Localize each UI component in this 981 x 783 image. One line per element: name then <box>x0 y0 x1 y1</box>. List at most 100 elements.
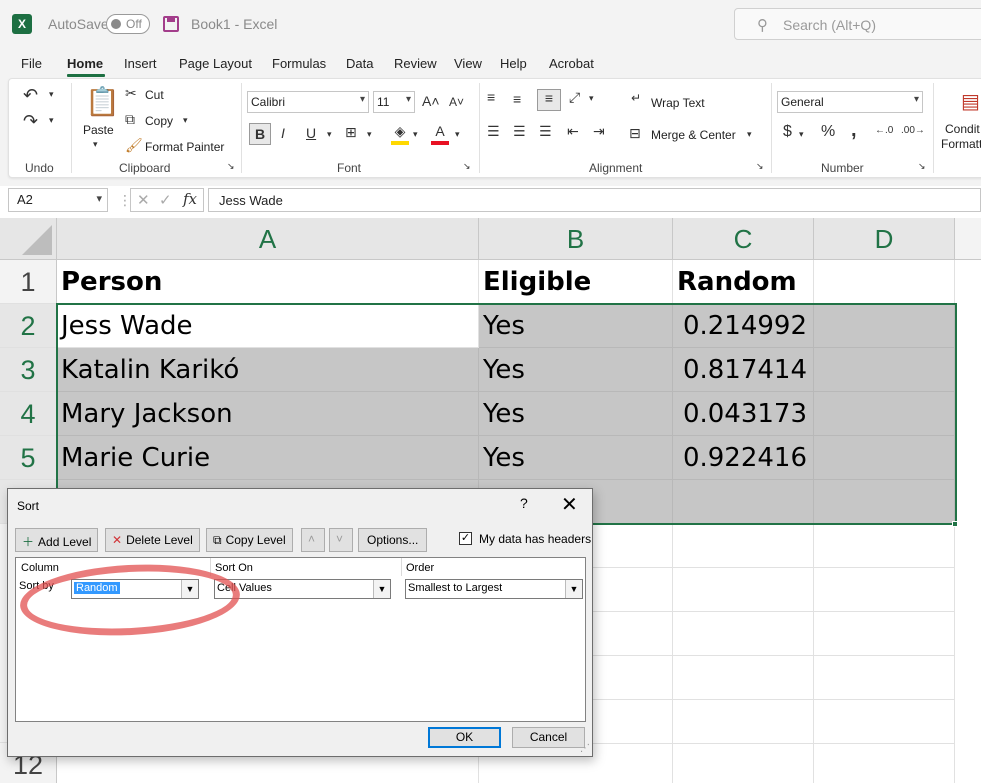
italic-button[interactable]: I <box>281 125 285 141</box>
currency-button[interactable]: $ <box>783 123 792 141</box>
cell-d1[interactable] <box>814 260 955 304</box>
tab-view[interactable]: View <box>454 56 482 71</box>
copy-level-button[interactable]: ⧉ Copy Level <box>206 528 293 552</box>
font-size-select[interactable]: 11 ▾ <box>373 91 415 113</box>
cell-d12[interactable] <box>814 743 955 783</box>
tab-help[interactable]: Help <box>500 56 527 71</box>
tab-file[interactable]: File <box>21 56 42 71</box>
cell-b1[interactable]: Eligible <box>479 260 673 304</box>
paste-button[interactable]: Paste <box>83 123 114 137</box>
comma-button[interactable]: , <box>851 119 857 142</box>
tab-formulas[interactable]: Formulas <box>272 56 326 71</box>
row-header-5[interactable]: 5 <box>0 436 57 480</box>
tab-insert[interactable]: Insert <box>124 56 157 71</box>
bold-button[interactable]: B <box>249 123 271 145</box>
copy-button[interactable]: Copy <box>145 114 173 128</box>
clipboard-launcher-icon[interactable]: ↘ <box>227 161 235 172</box>
align-left-icon[interactable]: ☰ <box>487 123 500 140</box>
tab-data[interactable]: Data <box>346 56 373 71</box>
align-middle-icon[interactable]: ≡ <box>513 91 521 107</box>
cell-empty[interactable] <box>673 700 814 744</box>
percent-button[interactable]: % <box>821 123 835 141</box>
wrap-text-icon[interactable]: ↵ <box>631 91 641 105</box>
number-format-select[interactable]: General ▾ <box>777 91 923 113</box>
fill-handle[interactable] <box>952 521 958 527</box>
conditional-formatting-label-line2[interactable]: Formatt <box>941 137 981 151</box>
orientation-icon[interactable]: ⤢ <box>569 89 580 106</box>
save-icon[interactable] <box>163 16 179 32</box>
my-data-has-headers-checkbox[interactable]: ✓ <box>459 532 472 545</box>
decrease-indent-icon[interactable]: ⇤ <box>567 123 579 140</box>
fill-color-icon[interactable]: ◈ <box>391 123 409 145</box>
column-header-b[interactable]: B <box>479 218 673 260</box>
sort-on-select[interactable]: Cell Values ▼ <box>214 579 391 599</box>
align-right-icon[interactable]: ☰ <box>539 123 552 140</box>
align-center-icon[interactable]: ☰ <box>513 123 526 140</box>
ok-button[interactable]: OK <box>428 727 501 748</box>
name-box[interactable]: A2 ▾ <box>8 188 108 212</box>
redo-icon[interactable]: ↷ <box>23 111 38 132</box>
decrease-decimal-icon[interactable]: .00→ <box>901 125 925 136</box>
borders-icon[interactable]: ⊞ <box>345 124 357 141</box>
orientation-dropdown-icon[interactable]: ▾ <box>589 93 594 104</box>
borders-dropdown-icon[interactable]: ▾ <box>367 129 372 140</box>
alignment-launcher-icon[interactable]: ↘ <box>756 161 764 172</box>
increase-decimal-icon[interactable]: ←.0 <box>875 125 893 136</box>
row-header-1[interactable]: 1 <box>0 260 57 304</box>
options-button[interactable]: Options... <box>358 528 428 552</box>
font-color-icon[interactable]: A <box>431 123 449 145</box>
merge-center-icon[interactable]: ⊟ <box>629 125 641 142</box>
move-down-button[interactable]: ˅ <box>329 528 353 552</box>
order-select[interactable]: Smallest to Largest ▼ <box>405 579 583 599</box>
confirm-entry-icon[interactable]: ✓ <box>159 191 172 209</box>
currency-dropdown-icon[interactable]: ▾ <box>799 129 804 140</box>
cell-empty[interactable] <box>673 568 814 612</box>
help-button[interactable]: ? <box>520 495 528 511</box>
undo-dropdown-icon[interactable]: ▾ <box>49 89 54 100</box>
row-header-2[interactable]: 2 <box>0 304 57 348</box>
add-level-button[interactable]: ＋ Add Level <box>15 528 99 552</box>
cut-button[interactable]: Cut <box>145 88 164 102</box>
cell-empty[interactable] <box>814 612 955 656</box>
move-up-button[interactable]: ˄ <box>301 528 325 552</box>
cell-c12[interactable] <box>673 743 814 783</box>
merge-dropdown-icon[interactable]: ▾ <box>747 129 752 140</box>
cell-a1[interactable]: Person <box>57 260 479 304</box>
format-painter-icon[interactable]: 🖌 <box>125 137 143 154</box>
select-all-button[interactable] <box>0 218 57 260</box>
search-box[interactable]: ⚲ Search (Alt+Q) <box>734 8 981 40</box>
cell-empty[interactable] <box>593 612 673 656</box>
paste-dropdown-icon[interactable]: ▾ <box>93 139 98 150</box>
font-color-dropdown-icon[interactable]: ▾ <box>455 129 460 140</box>
decrease-font-icon[interactable]: A˅ <box>449 95 464 109</box>
row-header-4[interactable]: 4 <box>0 392 57 436</box>
close-icon[interactable]: ✕ <box>561 492 578 517</box>
tab-acrobat[interactable]: Acrobat <box>549 56 594 71</box>
align-top-icon[interactable]: ≡ <box>487 89 495 105</box>
tab-review[interactable]: Review <box>394 56 437 71</box>
cell-empty[interactable] <box>593 700 673 744</box>
row-header-3[interactable]: 3 <box>0 348 57 392</box>
cut-icon[interactable]: ✂ <box>125 85 137 102</box>
underline-button[interactable]: U <box>306 125 316 141</box>
delete-level-button[interactable]: ✕ Delete Level <box>105 528 200 552</box>
cell-empty[interactable] <box>814 700 955 744</box>
paste-icon[interactable]: 📋 <box>85 85 120 118</box>
copy-icon[interactable]: ⧉ <box>125 111 135 128</box>
cancel-entry-icon[interactable]: ✕ <box>137 191 150 209</box>
tab-page-layout[interactable]: Page Layout <box>179 56 252 71</box>
autosave-toggle[interactable]: Off <box>106 14 150 34</box>
font-launcher-icon[interactable]: ↘ <box>463 161 471 172</box>
cell-empty[interactable] <box>814 656 955 700</box>
copy-dropdown-icon[interactable]: ▾ <box>183 115 188 126</box>
cell-empty[interactable] <box>673 524 814 568</box>
cell-empty[interactable] <box>814 524 955 568</box>
cell-c1[interactable]: Random <box>673 260 814 304</box>
formula-input[interactable]: Jess Wade <box>208 188 981 212</box>
cell-empty[interactable] <box>593 656 673 700</box>
format-painter-button[interactable]: Format Painter <box>145 140 224 154</box>
cancel-button[interactable]: Cancel <box>512 727 585 748</box>
font-name-select[interactable]: Calibri ▾ <box>247 91 369 113</box>
column-header-c[interactable]: C <box>673 218 814 260</box>
fill-color-dropdown-icon[interactable]: ▾ <box>413 129 418 140</box>
